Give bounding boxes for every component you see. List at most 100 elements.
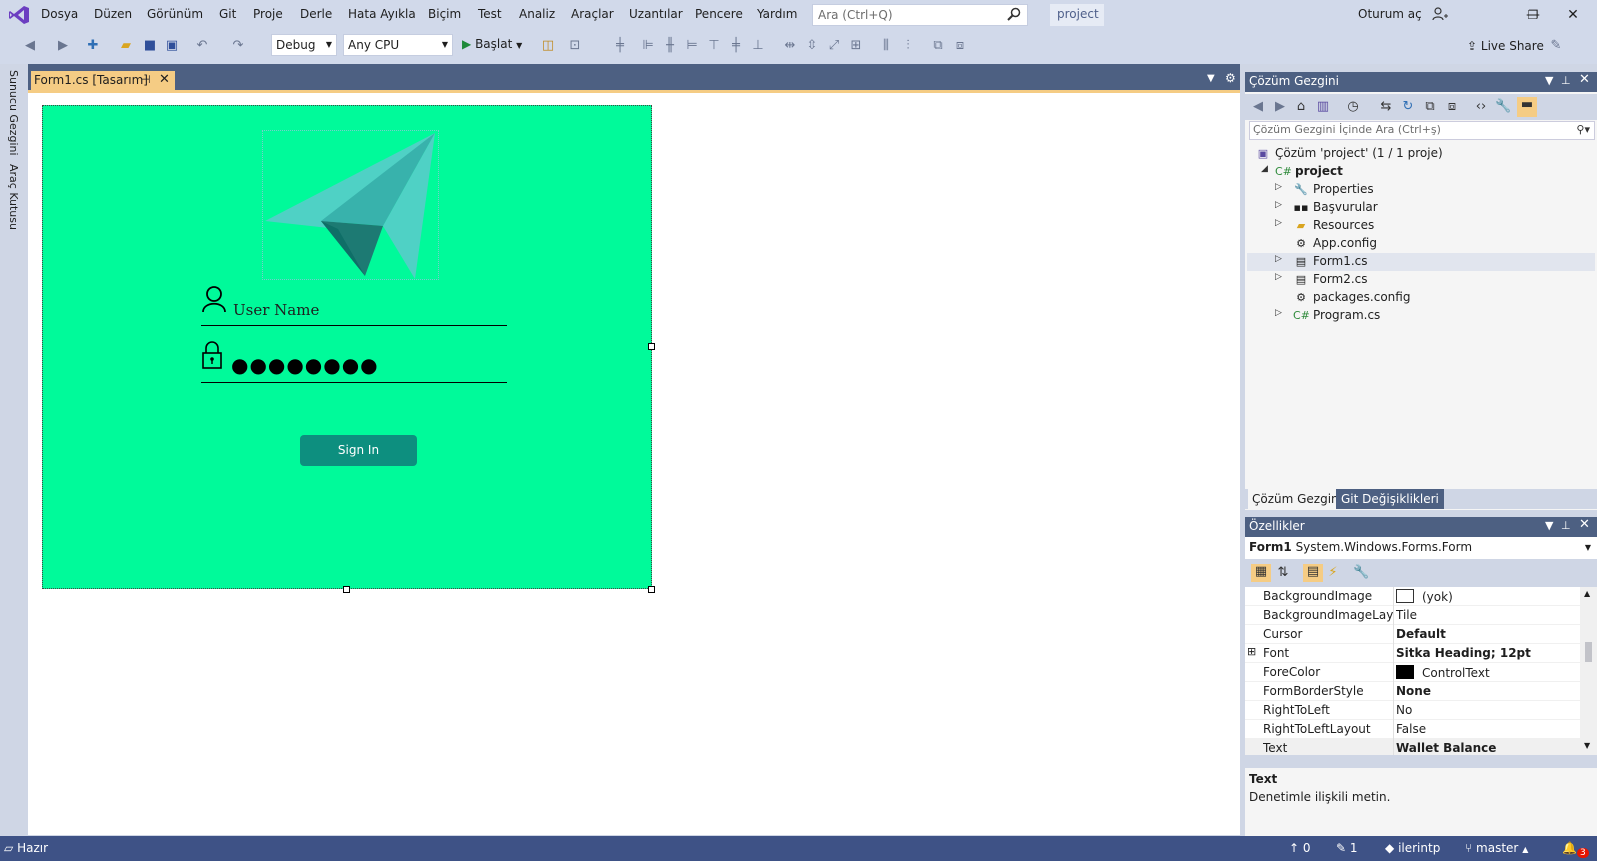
- save-icon[interactable]: ■: [142, 38, 158, 54]
- tree-item-form2[interactable]: ▷ ▤ Form2.cs: [1275, 272, 1368, 290]
- menu-extensions[interactable]: Uzantılar: [629, 7, 683, 21]
- toolbox-tab[interactable]: Araç Kutusu: [7, 164, 20, 230]
- close-icon[interactable]: ✕: [159, 72, 170, 87]
- screenshot-icon[interactable]: ⊡: [567, 38, 583, 54]
- visual-studio-logo-icon[interactable]: [8, 5, 30, 25]
- gear-icon[interactable]: ⚙: [1225, 71, 1236, 85]
- menu-file[interactable]: Dosya: [41, 7, 78, 21]
- tree-project[interactable]: ◢ C# project: [1261, 164, 1343, 182]
- switch-views-icon[interactable]: ▥: [1315, 99, 1331, 115]
- platform-select[interactable]: Any CPU ▼: [343, 34, 453, 56]
- menu-tools[interactable]: Araçlar: [571, 7, 614, 21]
- property-row-formborderstyle[interactable]: FormBorderStyle None: [1245, 682, 1580, 701]
- property-row-cursor[interactable]: Cursor Default: [1245, 625, 1580, 644]
- menu-help[interactable]: Yardım: [757, 7, 797, 21]
- menu-window[interactable]: Pencere: [695, 7, 743, 21]
- refresh-icon[interactable]: ↻: [1400, 99, 1416, 115]
- menu-format[interactable]: Biçim: [428, 7, 461, 21]
- commits-up-indicator[interactable]: ↑ 0: [1289, 841, 1311, 855]
- size-icon[interactable]: ⤢: [826, 38, 842, 54]
- scroll-thumb[interactable]: [1585, 642, 1592, 662]
- vertical-spacing-icon[interactable]: ⇳: [804, 38, 820, 54]
- back-icon[interactable]: ◀: [1250, 99, 1266, 115]
- menu-git[interactable]: Git: [219, 7, 236, 21]
- pin-icon[interactable]: ⊣: [141, 73, 151, 86]
- forward-icon[interactable]: ▶: [55, 38, 71, 54]
- collapse-all-icon[interactable]: ⧉: [1422, 99, 1438, 115]
- pin-icon[interactable]: ⊥: [1561, 74, 1571, 87]
- menu-debug[interactable]: Hata Ayıkla: [348, 7, 416, 21]
- pending-edits-indicator[interactable]: ✎ 1: [1336, 841, 1358, 855]
- properties-view-icon[interactable]: ▤: [1303, 564, 1323, 582]
- forward-icon[interactable]: ▶: [1272, 99, 1288, 115]
- notifications-button[interactable]: 🔔 3: [1562, 841, 1589, 858]
- tree-item-form1[interactable]: ▷ ▤ Form1.cs: [1275, 254, 1368, 272]
- home-icon[interactable]: ⌂: [1293, 99, 1309, 115]
- show-all-files-icon[interactable]: ⧈: [1444, 99, 1460, 115]
- sync-icon[interactable]: ⇆: [1378, 99, 1394, 115]
- properties-scrollbar[interactable]: ▲ ▼: [1580, 587, 1597, 755]
- scroll-down-icon[interactable]: ▼: [1584, 741, 1590, 750]
- center-horizontal-icon[interactable]: ⫼: [878, 38, 894, 54]
- tree-item-app-config[interactable]: ⚙ App.config: [1293, 236, 1377, 254]
- resize-handle-corner[interactable]: [648, 586, 655, 593]
- object-selector[interactable]: Form1 System.Windows.Forms.Form ▼: [1245, 537, 1597, 559]
- property-row-righttoleftlayout[interactable]: RightToLeftLayout False: [1245, 720, 1580, 739]
- menu-test[interactable]: Test: [478, 7, 502, 21]
- spacing-icon[interactable]: ⇹: [782, 38, 798, 54]
- expand-plus-icon[interactable]: ⊞: [1247, 645, 1256, 658]
- username-field[interactable]: User Name: [233, 301, 319, 319]
- logo-picturebox[interactable]: [262, 130, 439, 280]
- tab-form1-design[interactable]: Form1.cs [Tasarım] ⊣ ✕: [31, 71, 175, 91]
- property-pages-icon[interactable]: 🔧: [1353, 565, 1369, 581]
- tab-solution-explorer[interactable]: Çözüm Gezgini: [1248, 489, 1346, 509]
- alphabetical-icon[interactable]: ⇅: [1275, 565, 1291, 581]
- tree-item-packages-config[interactable]: ⚙ packages.config: [1293, 290, 1410, 308]
- property-row-text[interactable]: Text Wallet Balance: [1245, 739, 1580, 755]
- back-icon[interactable]: ◀: [22, 38, 38, 54]
- size-grid-icon[interactable]: ⊞: [848, 38, 864, 54]
- chevron-down-icon[interactable]: ▼: [1545, 519, 1553, 532]
- align-bottom-icon[interactable]: ⊥: [750, 38, 766, 54]
- tree-solution[interactable]: ▣ Çözüm 'project' (1 / 1 proje): [1255, 146, 1443, 164]
- start-button[interactable]: ▶ Başlat ▼: [462, 37, 522, 51]
- resize-handle-right[interactable]: [648, 343, 655, 350]
- redo-icon[interactable]: ↷: [230, 38, 246, 54]
- resize-handle-bottom[interactable]: [343, 586, 350, 593]
- tree-item-program[interactable]: ▷ C# Program.cs: [1275, 308, 1380, 326]
- property-row-font[interactable]: ⊞ Font Sitka Heading; 12pt: [1245, 644, 1580, 663]
- sign-in-link[interactable]: Oturum aç: [1358, 7, 1448, 21]
- pending-changes-icon[interactable]: ◷: [1345, 99, 1361, 115]
- tab-order-icon[interactable]: ⧈: [952, 38, 968, 54]
- tab-git-changes[interactable]: Git Değişiklikleri: [1336, 489, 1444, 509]
- wrench-icon[interactable]: 🔧: [1495, 99, 1511, 115]
- browser-link-icon[interactable]: ◫: [540, 38, 556, 54]
- align-top-icon[interactable]: ⊤: [706, 38, 722, 54]
- menu-view[interactable]: Görünüm: [147, 7, 203, 21]
- sign-in-button[interactable]: Sign In: [300, 435, 417, 466]
- view-code-icon[interactable]: ‹›: [1473, 99, 1489, 115]
- close-button[interactable]: ✕: [1560, 4, 1586, 26]
- categorized-icon[interactable]: ▦: [1251, 564, 1271, 582]
- pin-icon[interactable]: ⊥: [1561, 519, 1571, 532]
- menu-project[interactable]: Proje: [253, 7, 283, 21]
- branch-selector[interactable]: ⑂ master ▲: [1465, 841, 1528, 855]
- repository-selector[interactable]: ◆ ilerintp: [1385, 841, 1440, 855]
- align-left-icon[interactable]: ⊫: [640, 38, 656, 54]
- tree-item-properties[interactable]: ▷ 🔧 Properties: [1275, 182, 1374, 200]
- save-all-icon[interactable]: ▣: [164, 38, 180, 54]
- tree-item-resources[interactable]: ▷ ▰ Resources: [1275, 218, 1374, 236]
- new-project-icon[interactable]: ✚: [85, 38, 101, 54]
- tree-item-references[interactable]: ▷ ▪▪ Başvurular: [1275, 200, 1378, 218]
- chevron-down-icon[interactable]: ▼: [1545, 74, 1553, 87]
- search-input[interactable]: Ara (Ctrl+Q): [812, 4, 1028, 26]
- property-row-backgroundimagelayout[interactable]: BackgroundImageLayouTile: [1245, 606, 1580, 625]
- align-right-icon[interactable]: ⊨: [684, 38, 700, 54]
- events-icon[interactable]: ⚡: [1325, 565, 1341, 581]
- close-icon[interactable]: ✕: [1579, 517, 1590, 532]
- align-middle-icon[interactable]: ╪: [728, 38, 744, 54]
- property-row-righttoleft[interactable]: RightToLeft No: [1245, 701, 1580, 720]
- password-field[interactable]: ●●●●●●●●: [231, 353, 379, 377]
- maximize-icon[interactable]: ❐: [1520, 4, 1546, 26]
- server-explorer-tab[interactable]: Sunucu Gezgini: [7, 70, 20, 156]
